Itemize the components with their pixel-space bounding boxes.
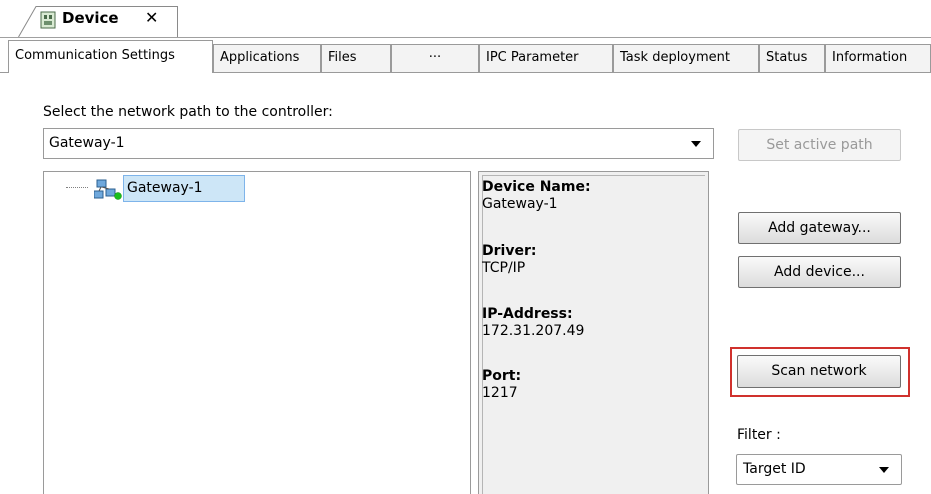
network-path-value: Gateway-1 bbox=[49, 135, 125, 151]
tab-more[interactable]: ··· bbox=[391, 44, 479, 72]
port-value: 1217 bbox=[482, 385, 518, 401]
tab-status[interactable]: Status bbox=[759, 44, 825, 72]
device-icon bbox=[40, 11, 56, 29]
network-path-select[interactable]: Gateway-1 bbox=[43, 128, 714, 159]
scan-network-button[interactable]: Scan network bbox=[737, 355, 901, 388]
port-label: Port: bbox=[482, 368, 522, 384]
device-name-value: Gateway-1 bbox=[482, 196, 558, 212]
document-tab-title: Device bbox=[62, 9, 119, 27]
add-device-button[interactable]: Add device... bbox=[738, 256, 901, 288]
divider bbox=[0, 37, 931, 38]
filter-label: Filter : bbox=[737, 427, 781, 443]
driver-label: Driver: bbox=[482, 243, 537, 259]
close-icon[interactable]: ✕ bbox=[145, 8, 158, 28]
ip-address-value: 172.31.207.49 bbox=[482, 323, 585, 339]
driver-value: TCP/IP bbox=[482, 260, 526, 276]
ip-address-label: IP-Address: bbox=[482, 306, 573, 322]
tab-files[interactable]: Files bbox=[321, 44, 391, 72]
tab-information[interactable]: Information bbox=[825, 44, 931, 72]
add-gateway-button[interactable]: Add gateway... bbox=[738, 212, 901, 244]
tree-node-gateway[interactable]: Gateway-1 bbox=[123, 175, 245, 202]
tab-ipc-parameter[interactable]: IPC Parameter bbox=[479, 44, 613, 72]
device-tree[interactable] bbox=[43, 171, 471, 494]
tab-communication-settings[interactable]: Communication Settings bbox=[8, 40, 213, 73]
filter-value: Target ID bbox=[743, 461, 806, 477]
filter-select[interactable]: Target ID bbox=[736, 454, 902, 485]
set-active-path-button[interactable]: Set active path bbox=[738, 129, 901, 161]
tab-task-deployment[interactable]: Task deployment bbox=[613, 44, 759, 72]
gateway-network-icon bbox=[94, 179, 122, 200]
chevron-down-icon bbox=[691, 141, 701, 147]
tab-applications[interactable]: Applications bbox=[213, 44, 321, 72]
network-path-label: Select the network path to the controlle… bbox=[43, 104, 333, 120]
tree-connector bbox=[66, 187, 88, 188]
device-name-label: Device Name: bbox=[482, 179, 591, 195]
chevron-down-icon bbox=[879, 467, 889, 473]
online-status-icon bbox=[114, 192, 122, 200]
